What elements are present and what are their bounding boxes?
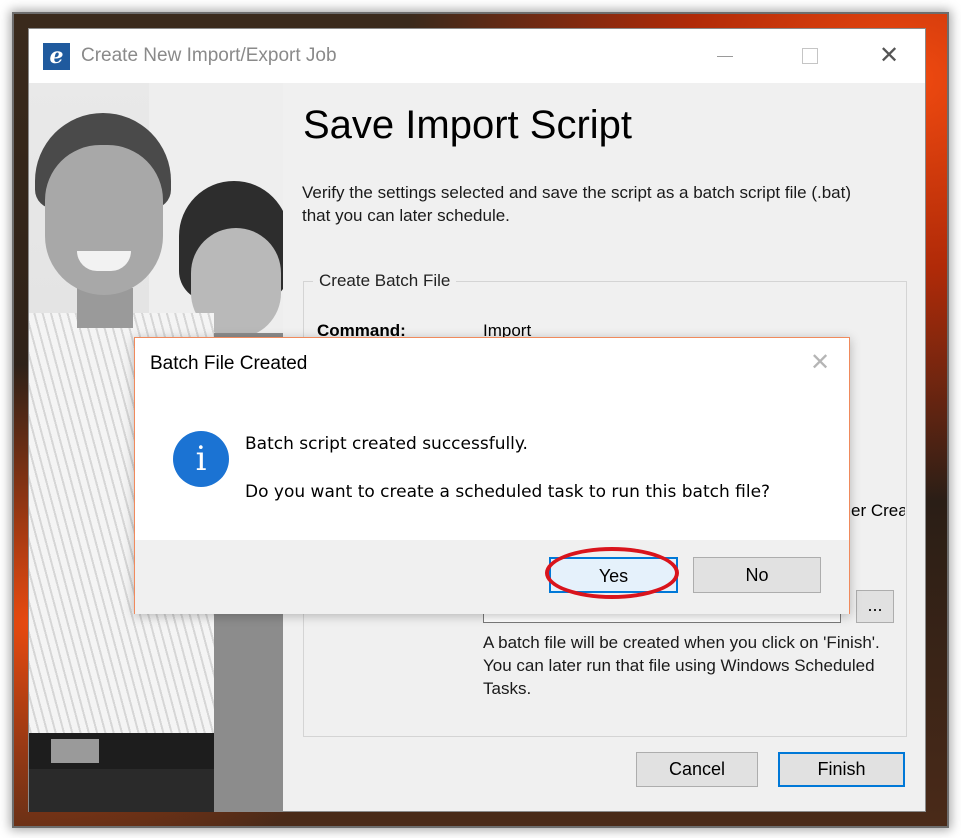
minimize-button[interactable] [705, 39, 745, 73]
man-face [45, 145, 163, 295]
close-icon[interactable]: ✕ [810, 348, 830, 377]
app-logo-icon: e [43, 43, 70, 70]
finish-button[interactable]: Finish [778, 752, 905, 787]
info-icon: i [173, 431, 229, 487]
group-legend: Create Batch File [313, 271, 457, 291]
page-description: Verify the settings selected and save th… [302, 183, 851, 225]
man-pants [29, 769, 214, 812]
dialog-message-question: Do you want to create a scheduled task t… [245, 482, 771, 502]
dialog-message-success: Batch script created successfully. [245, 434, 528, 454]
yes-button-highlight-circle [545, 547, 679, 599]
batch-file-note: A batch file will be created when you cl… [483, 633, 880, 698]
page-title: Save Import Script [303, 103, 633, 147]
maximize-button[interactable] [789, 39, 829, 73]
close-window-button[interactable]: ✕ [869, 39, 909, 73]
dialog-title: Batch File Created [150, 353, 308, 374]
belt-buckle [51, 739, 99, 763]
cancel-button[interactable]: Cancel [636, 752, 758, 787]
truncated-label: er Creat [851, 501, 905, 520]
no-button[interactable]: No [693, 557, 821, 593]
window-title: Create New Import/Export Job [81, 45, 337, 66]
title-bar: e Create New Import/Export Job ✕ [29, 29, 925, 83]
browse-button[interactable]: ... [856, 590, 894, 623]
batch-file-created-dialog: Batch File Created ✕ i Batch script crea… [134, 337, 850, 614]
